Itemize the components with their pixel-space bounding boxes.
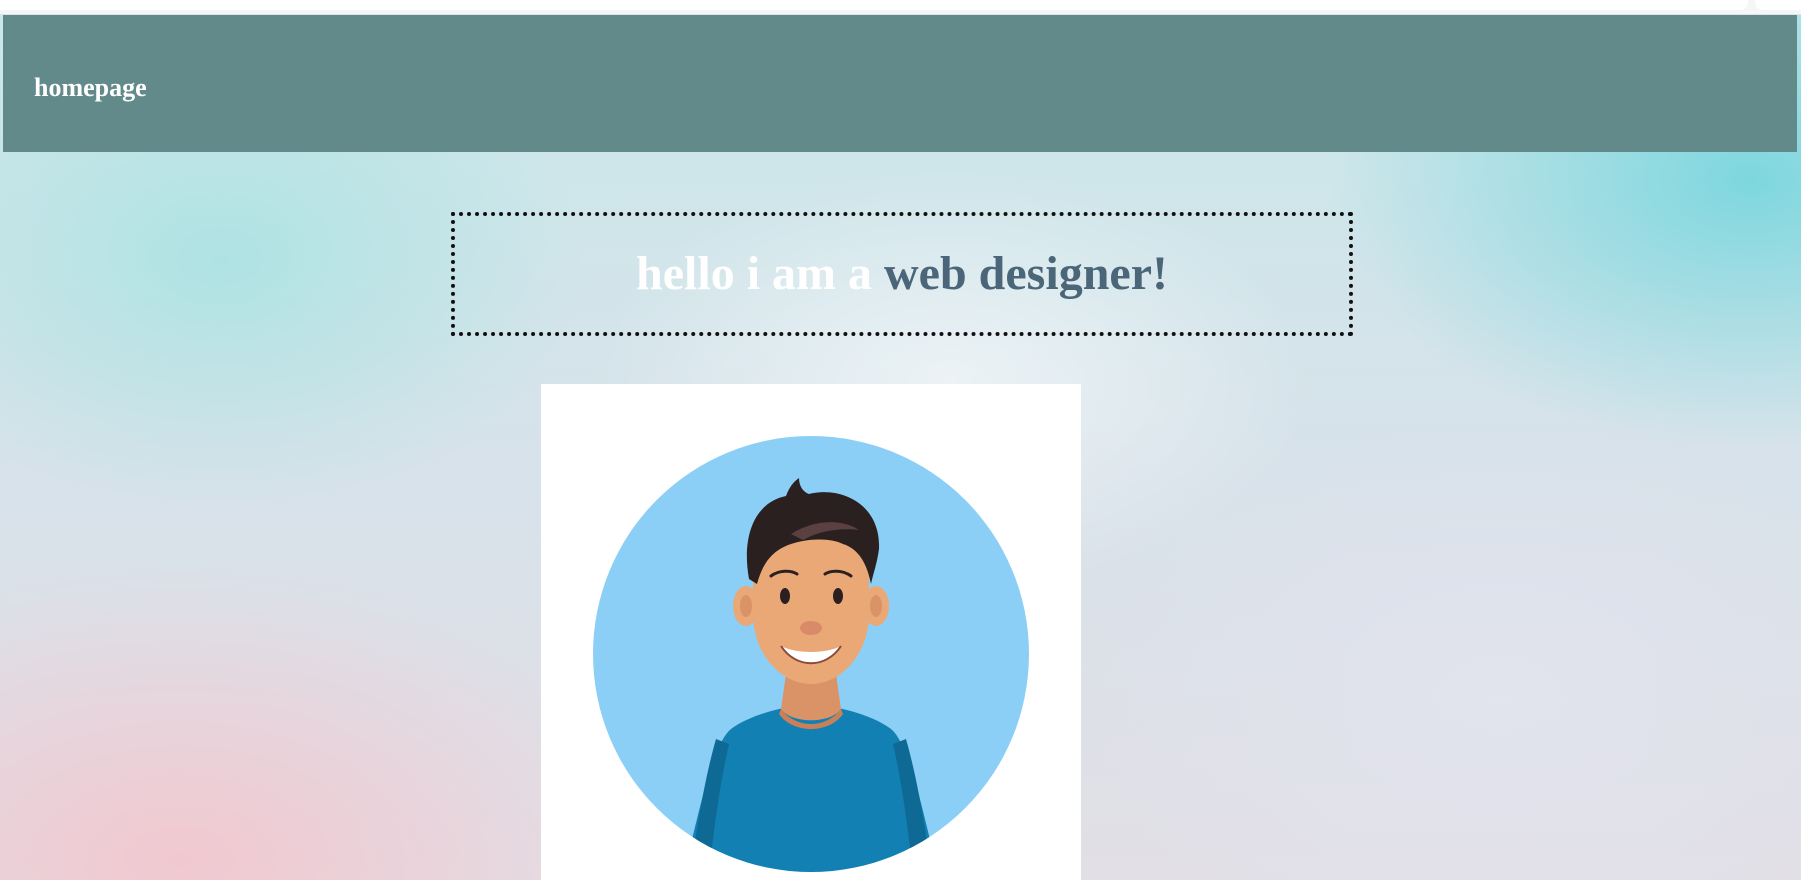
homepage-link[interactable]: homepage (34, 75, 147, 101)
browser-tab-corner (1755, 0, 1801, 10)
headline-role-text: web designer! (884, 247, 1168, 300)
headline-intro-text: hello i am a (636, 247, 885, 300)
browser-top-strip (0, 0, 1801, 15)
browser-tab-area (0, 0, 1748, 10)
headline-box: hello i am a web designer! (451, 212, 1353, 336)
hero-headline: hello i am a web designer! (636, 250, 1168, 298)
person-avatar-icon (593, 436, 1029, 872)
avatar-image (541, 384, 1081, 880)
navbar: homepage (3, 15, 1797, 152)
